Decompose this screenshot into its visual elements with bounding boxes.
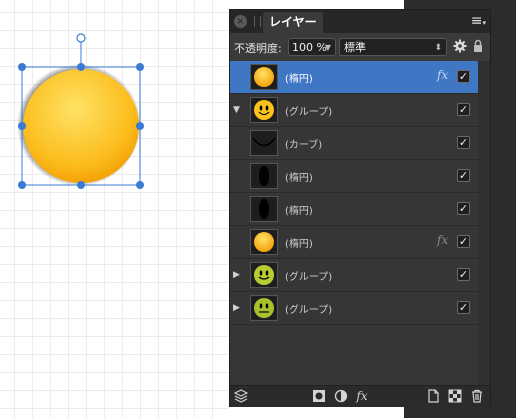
layer-name: (カーブ): [285, 140, 323, 151]
visibility-checkbox[interactable]: ✓: [457, 268, 470, 281]
layer-row[interactable]: ▼ (グループ) ✓: [230, 94, 478, 127]
handle-bottom-right: [136, 181, 144, 189]
expand-toggle-icon[interactable]: ▼: [233, 105, 240, 115]
layer-row[interactable]: (楕円) ✓: [230, 193, 478, 226]
layers-list: (楕円) fx ✓ ▼ (グループ) ✓ (カーブ) ✓ (楕円) ✓ (楕円) ✓ (楕円)…: [230, 61, 490, 385]
curve-icon: [250, 130, 278, 156]
layer-name: (楕円): [285, 239, 313, 250]
handle-top: [77, 63, 85, 71]
expand-toggle-icon[interactable]: ▶: [233, 270, 240, 280]
panel-menu-icon[interactable]: ≡▾: [471, 13, 486, 29]
blend-mode-select[interactable]: 標準 ⬍: [339, 38, 447, 56]
layer-name: (楕円): [285, 74, 313, 85]
neutral-green-icon: [250, 295, 278, 321]
handle-right: [136, 122, 144, 130]
layer-row[interactable]: (楕円) fx ✓: [230, 226, 478, 259]
handle-bottom: [77, 181, 85, 189]
panel-bottom-toolbar: fx: [230, 385, 490, 407]
smiley-green-icon: [250, 262, 278, 288]
handle-bottom-left: [18, 181, 26, 189]
handle-top-right: [136, 63, 144, 71]
expand-toggle-icon[interactable]: ▶: [233, 303, 240, 313]
layer-name: (グループ): [285, 305, 333, 316]
layer-stack-icon[interactable]: [233, 389, 249, 403]
layer-name: (楕円): [285, 206, 313, 217]
black-ellipse-icon: [250, 163, 278, 189]
opacity-input[interactable]: 100 % ▼: [288, 38, 336, 56]
visibility-checkbox[interactable]: ✓: [457, 136, 470, 149]
opacity-row: 不透明度: 100 % ▼ 標準 ⬍: [230, 33, 490, 61]
layers-panel: × レイヤー ≡▾ 不透明度: 100 % ▼ 標準 ⬍ (楕円) fx ✓ ▼…: [229, 9, 491, 407]
visibility-checkbox[interactable]: ✓: [457, 103, 470, 116]
fx-icon[interactable]: fx: [437, 68, 448, 82]
adjustment-icon[interactable]: [334, 389, 348, 403]
visibility-checkbox[interactable]: ✓: [457, 202, 470, 215]
layer-name: (グループ): [285, 107, 333, 118]
layer-row[interactable]: ▶ (グループ) ✓: [230, 259, 478, 292]
smiley-yellow-icon: [250, 97, 278, 123]
visibility-checkbox[interactable]: ✓: [457, 70, 470, 83]
layer-name: (楕円): [285, 173, 313, 184]
lock-icon[interactable]: [473, 39, 483, 53]
layers-scrollbar[interactable]: [478, 61, 490, 385]
layer-row[interactable]: (カーブ) ✓: [230, 127, 478, 160]
opacity-label: 不透明度:: [234, 42, 282, 55]
document-canvas[interactable]: [0, 0, 229, 418]
opacity-dropdown-icon[interactable]: ▼: [325, 39, 331, 57]
visibility-checkbox[interactable]: ✓: [457, 301, 470, 314]
layer-row[interactable]: (楕円) fx ✓: [230, 61, 478, 94]
pixel-layer-icon[interactable]: [448, 389, 462, 403]
fx-icon[interactable]: fx: [355, 389, 369, 403]
handle-left: [18, 122, 26, 130]
yellow-circle-icon: [250, 64, 278, 90]
visibility-checkbox[interactable]: ✓: [457, 169, 470, 182]
black-ellipse-icon: [250, 196, 278, 222]
new-page-icon[interactable]: [426, 389, 440, 403]
fx-icon[interactable]: fx: [437, 233, 448, 247]
close-panel-button[interactable]: ×: [234, 15, 247, 28]
layer-row[interactable]: (楕円) ✓: [230, 160, 478, 193]
trash-icon[interactable]: [470, 389, 484, 403]
panel-titlebar: × レイヤー ≡▾: [230, 10, 490, 33]
mask-layer-icon[interactable]: [312, 389, 326, 403]
visibility-checkbox[interactable]: ✓: [457, 235, 470, 248]
yellow-circle-icon: [250, 229, 278, 255]
layer-row[interactable]: ▶ (グループ) ✓: [230, 292, 478, 325]
gear-icon[interactable]: [453, 39, 467, 53]
blend-stepper-icon[interactable]: ⬍: [434, 39, 442, 57]
selected-ellipse: [23, 69, 139, 183]
tab-layers[interactable]: レイヤー: [263, 12, 323, 33]
canvas-artwork: [17, 33, 144, 189]
handle-top-left: [18, 63, 26, 71]
layer-name: (グループ): [285, 272, 333, 283]
rotation-handle: [76, 33, 86, 43]
drag-grip-icon[interactable]: [254, 16, 261, 27]
close-icon: ×: [236, 16, 245, 27]
